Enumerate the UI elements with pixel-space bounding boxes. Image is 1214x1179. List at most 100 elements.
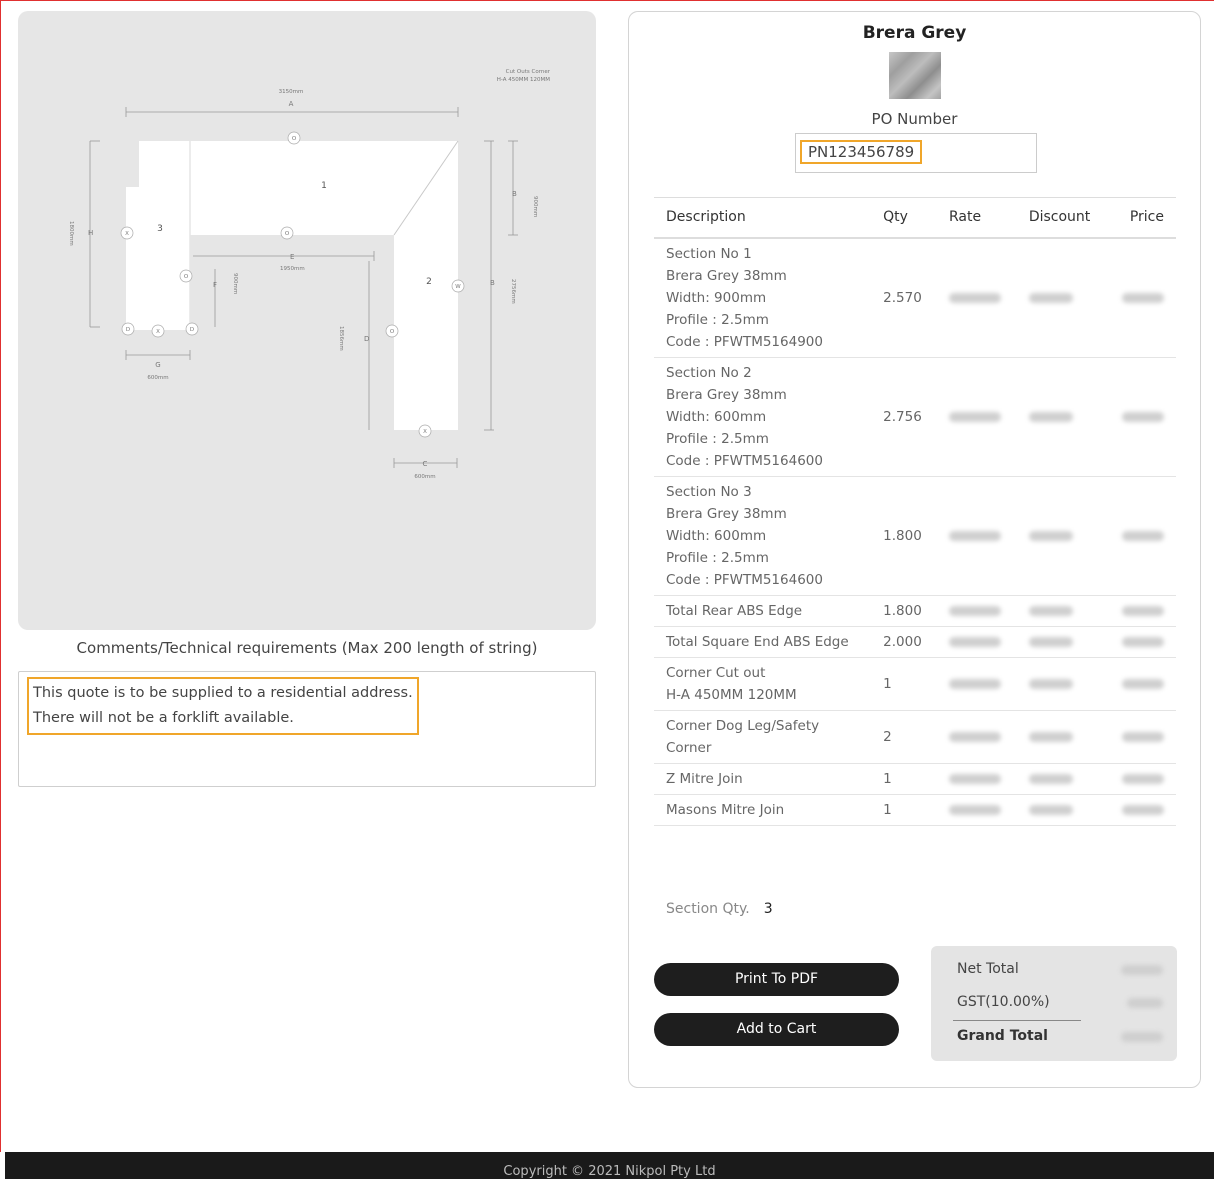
row-description-line: Masons Mitre Join [666,801,785,818]
dim-f: 900mm [232,273,238,294]
row-discount-blurred [1028,530,1073,541]
row-description-line: Profile : 2.5mm [666,430,769,447]
row-description-line: Brera Grey 38mm [666,267,787,284]
row-price-cell [1106,626,1176,658]
section-qty-label: Section Qty. [666,901,750,917]
row-qty: 2.570 [871,237,937,358]
grand-total-label: Grand Total [957,1028,1048,1044]
table-body: Section No 1 Brera Grey 38mm Width: 900mm P… [654,237,1176,826]
row-price-blurred [1122,530,1164,541]
section-2-label: 2 [426,277,432,287]
row-discount-cell [1016,657,1107,711]
comments-line-1: This quote is to be supplied to a reside… [33,685,413,701]
row-price-blurred [1122,605,1164,616]
row-qty: 2.000 [871,626,937,658]
row-discount-blurred [1028,605,1073,616]
gst-label: GST(10.00%) [957,994,1050,1010]
row-price-cell [1106,763,1176,795]
row-price-cell [1106,357,1176,477]
row-rate-cell [936,595,1017,627]
marker-d-2: D [190,327,194,333]
gst-value-blurred [1127,998,1163,1008]
po-number-input[interactable]: PN123456789 [795,133,1037,173]
row-discount-blurred [1028,773,1073,784]
row-description: Total Square End ABS Edge [654,626,872,658]
row-description-line: Code : PFWTM5164600 [666,452,823,469]
row-rate-blurred [948,773,1001,784]
row-qty: 1.800 [871,595,937,627]
row-rate-cell [936,357,1017,477]
table-row: Corner Cut out H-A 450MM 120MM 1 [654,657,1176,711]
row-description-line: Corner [666,739,712,756]
row-description-line: Section No 2 [666,364,752,381]
row-rate-blurred [948,530,1001,541]
header-qty: Qty [871,197,937,239]
row-price-cell [1106,595,1176,627]
row-rate-cell [936,476,1017,596]
row-discount-blurred [1028,411,1073,422]
row-qty: 2 [871,710,937,764]
quote-panel: Brera Grey PO Number PN123456789 Descrip… [628,11,1201,1088]
row-description-line: Brera Grey 38mm [666,505,787,522]
comments-text: This quote is to be supplied to a reside… [27,677,419,735]
row-description: Section No 2 Brera Grey 38mm Width: 600mm P… [654,357,872,477]
comments-textarea[interactable]: This quote is to be supplied to a reside… [18,671,596,787]
section-qty-value: 3 [763,901,773,917]
comments-label: Comments/Technical requirements (Max 200… [76,639,538,657]
dim-c: 600mm [414,474,435,480]
comments-line-2: There will not be a forklift available. [33,710,294,726]
row-discount-blurred [1028,678,1073,689]
label-d: D [364,335,369,343]
footer: Copyright © 2021 Nikpol Pty Ltd [5,1152,1214,1179]
row-description: Section No 1 Brera Grey 38mm Width: 900mm P… [654,237,872,358]
row-description-line: Code : PFWTM5164900 [666,333,823,350]
row-price-blurred [1122,411,1164,422]
row-qty: 1 [871,657,937,711]
row-rate-blurred [948,636,1001,647]
print-to-pdf-button[interactable]: Print To PDF [654,963,899,996]
row-description-line: Section No 3 [666,483,752,500]
row-discount-cell [1016,357,1107,477]
row-discount-cell [1016,595,1107,627]
row-qty: 1 [871,794,937,826]
diagram-note-1: Cut Outs Corner [506,69,551,75]
row-discount-blurred [1028,636,1073,647]
label-b: B [512,190,517,198]
net-total-label: Net Total [957,961,1019,977]
dim-e: 1950mm [280,266,305,272]
row-discount-cell [1016,710,1107,764]
label-f: F [213,281,217,289]
row-rate-blurred [948,292,1001,303]
row-price-cell [1106,710,1176,764]
marker-o-2: O [285,231,290,237]
totals-box: Net Total GST(10.00%) Grand Total [931,946,1177,1061]
row-description: Corner Dog Leg/Safety Corner [654,710,872,764]
row-description-line: Section No 1 [666,245,752,262]
dim-g: 600mm [147,375,168,381]
dim-b-top: 900mm [532,196,538,217]
row-price-cell [1106,794,1176,826]
row-discount-blurred [1028,292,1073,303]
section-3-label: 3 [157,224,163,234]
footer-copyright: Copyright © 2021 Nikpol Pty Ltd [503,1164,716,1179]
row-rate-cell [936,237,1017,358]
row-rate-blurred [948,411,1001,422]
row-description-line: Z Mitre Join [666,770,743,787]
row-qty: 1 [871,763,937,795]
row-qty: 1.800 [871,476,937,596]
section-qty: Section Qty. 3 [666,901,773,917]
label-a: A [289,100,294,108]
row-discount-cell [1016,794,1107,826]
product-swatch-image [889,52,941,99]
table-row: Total Square End ABS Edge 2.000 [654,626,1176,658]
row-rate-blurred [948,678,1001,689]
row-discount-cell [1016,237,1107,358]
table-row: Section No 2 Brera Grey 38mm Width: 600mm P… [654,357,1176,477]
add-to-cart-button[interactable]: Add to Cart [654,1013,899,1046]
table-row: Masons Mitre Join 1 [654,794,1176,826]
row-price-blurred [1122,731,1164,742]
marker-w: W [455,284,461,290]
dim-b: 2756mm [510,279,516,304]
row-description-line: Profile : 2.5mm [666,311,769,328]
marker-o-1: O [292,136,297,142]
